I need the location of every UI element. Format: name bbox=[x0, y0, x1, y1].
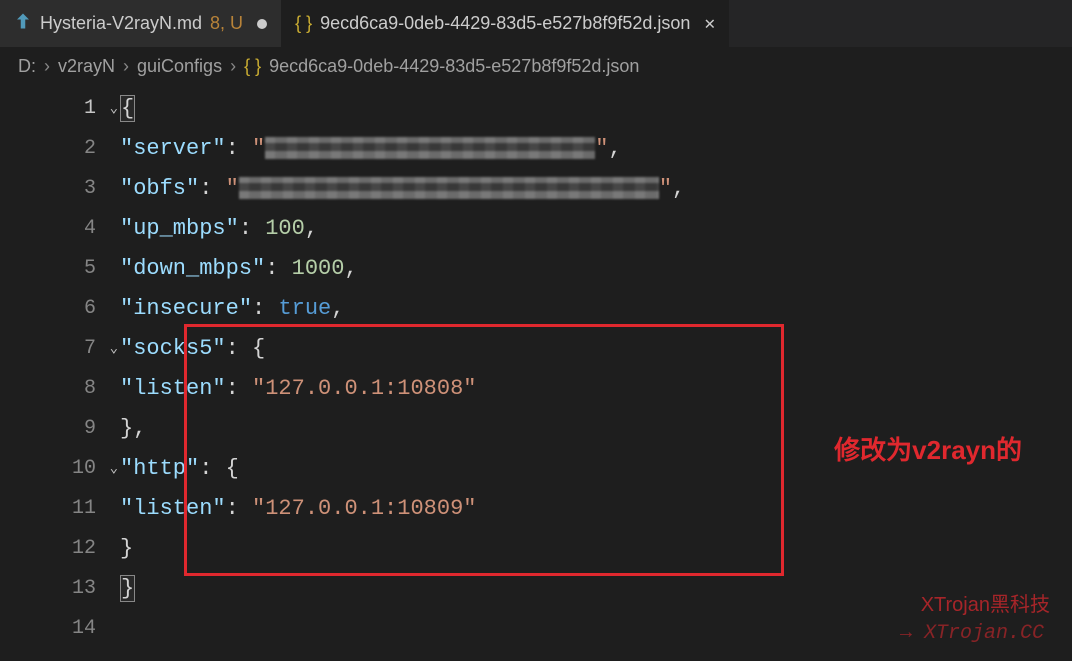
line-number: 12 bbox=[0, 528, 120, 568]
breadcrumb-segment[interactable]: v2rayN bbox=[58, 56, 115, 77]
line-number: 9 bbox=[0, 408, 120, 448]
line-number: 5 bbox=[0, 248, 120, 288]
line-number: 10⌄ bbox=[0, 448, 120, 488]
line-number: 13 bbox=[0, 568, 120, 608]
tab-label: 9ecd6ca9-0deb-4429-83d5-e527b8f9f52d.jso… bbox=[320, 13, 690, 34]
annotation-text: 修改为v2rayn的 bbox=[834, 430, 1022, 467]
line-number-gutter: 1⌄ 2 3 4 5 6 7⌄ 8 9 10⌄ 11 12 13 14 bbox=[0, 84, 120, 648]
breadcrumb-segment[interactable]: guiConfigs bbox=[137, 56, 222, 77]
close-icon[interactable]: ✕ bbox=[704, 13, 715, 34]
line-number: 8 bbox=[0, 368, 120, 408]
line-number: 11 bbox=[0, 488, 120, 528]
fold-icon[interactable]: ⌄ bbox=[110, 340, 118, 357]
line-number: 1⌄ bbox=[0, 88, 120, 128]
redacted-value bbox=[265, 137, 595, 159]
tab-label: Hysteria-V2rayN.md bbox=[40, 13, 202, 34]
redacted-value bbox=[239, 177, 659, 199]
json-braces-icon: { } bbox=[244, 56, 261, 77]
line-number: 4 bbox=[0, 208, 120, 248]
chevron-right-icon: › bbox=[230, 56, 236, 77]
line-number: 14 bbox=[0, 608, 120, 648]
code-editor[interactable]: 1⌄ 2 3 4 5 6 7⌄ 8 9 10⌄ 11 12 13 14 { "s… bbox=[0, 84, 1072, 648]
chevron-right-icon: › bbox=[123, 56, 129, 77]
chevron-right-icon: › bbox=[44, 56, 50, 77]
watermark-text: XTrojan黑科技 bbox=[921, 588, 1050, 617]
watermark-link: → XTrojan.CC bbox=[900, 622, 1044, 645]
tab-bar: Hysteria-V2rayN.md 8, U { } 9ecd6ca9-0de… bbox=[0, 0, 1072, 48]
code-content[interactable]: { "server": "", "obfs": "", "up_mbps": 1… bbox=[120, 84, 1072, 648]
breadcrumb-drive: D: bbox=[18, 56, 36, 77]
unsaved-dot-icon bbox=[257, 19, 267, 29]
breadcrumb-file[interactable]: 9ecd6ca9-0deb-4429-83d5-e527b8f9f52d.jso… bbox=[269, 56, 639, 77]
line-number: 3 bbox=[0, 168, 120, 208]
fold-icon[interactable]: ⌄ bbox=[110, 460, 118, 477]
tab-json-config[interactable]: { } 9ecd6ca9-0deb-4429-83d5-e527b8f9f52d… bbox=[281, 0, 729, 47]
fold-icon[interactable]: ⌄ bbox=[110, 100, 118, 117]
line-number: 7⌄ bbox=[0, 328, 120, 368]
json-braces-icon: { } bbox=[295, 13, 312, 34]
markdown-icon bbox=[14, 12, 32, 35]
tab-hysteria-md[interactable]: Hysteria-V2rayN.md 8, U bbox=[0, 0, 281, 47]
tab-git-badge: 8, U bbox=[210, 13, 243, 34]
line-number: 6 bbox=[0, 288, 120, 328]
line-number: 2 bbox=[0, 128, 120, 168]
breadcrumb[interactable]: D: › v2rayN › guiConfigs › { } 9ecd6ca9-… bbox=[0, 48, 1072, 84]
